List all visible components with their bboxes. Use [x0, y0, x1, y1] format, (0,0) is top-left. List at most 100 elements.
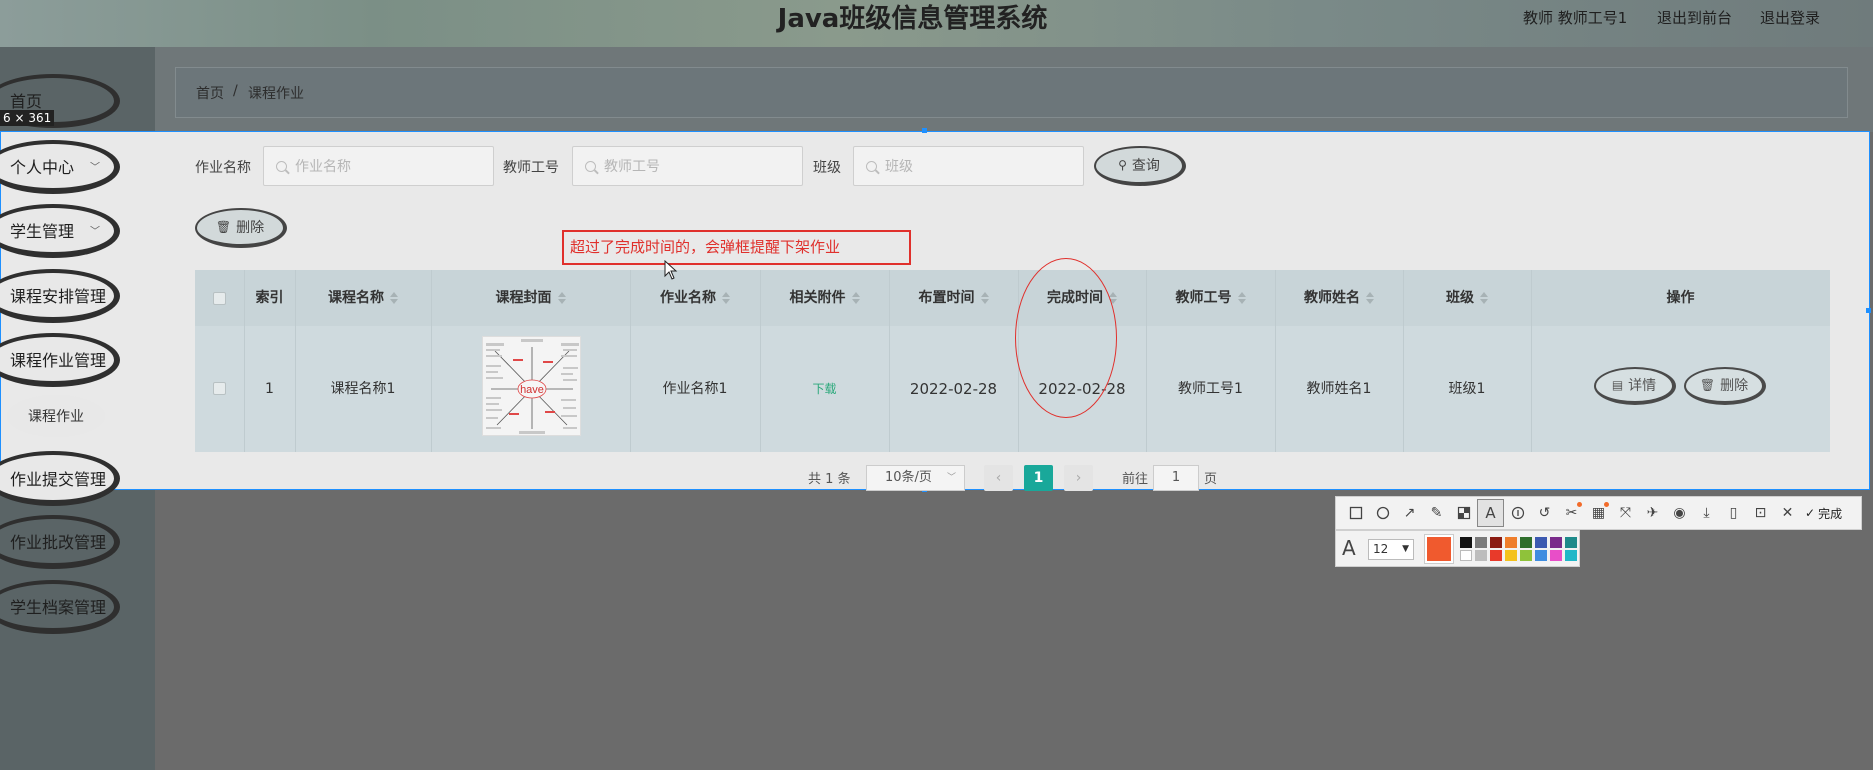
- phone-icon[interactable]: ▯: [1720, 499, 1747, 527]
- teacher-no-input[interactable]: 教师工号: [572, 146, 803, 186]
- color-swatch[interactable]: [1535, 537, 1547, 548]
- prev-page-button[interactable]: ‹: [984, 465, 1013, 491]
- sidebar-item-label: 课程作业: [28, 409, 84, 425]
- color-swatch[interactable]: [1490, 537, 1502, 548]
- cell-teacher-no: 教师工号1: [1178, 381, 1243, 397]
- done-button[interactable]: ✓ 完成: [1801, 499, 1846, 527]
- button-label: 删除: [1720, 378, 1749, 394]
- sidebar-item-label: 首页: [10, 92, 43, 111]
- chevron-left-icon: ‹: [995, 470, 1002, 486]
- input-placeholder: 班级: [885, 159, 913, 175]
- annotation-text-box[interactable]: 超过了完成时间的，会弹框提醒下架作业: [562, 230, 911, 265]
- breadcrumb-home[interactable]: 首页: [196, 83, 224, 103]
- selection-handle-top[interactable]: [922, 128, 927, 133]
- screen: { "header": { "title": "Java班级信息管理系统", "…: [0, 0, 1873, 770]
- font-icon: A: [1342, 536, 1356, 560]
- input-placeholder: 作业名称: [295, 159, 351, 175]
- color-swatch[interactable]: [1565, 550, 1577, 561]
- header-attachment[interactable]: 相关附件: [760, 270, 889, 326]
- annotation-ellipse[interactable]: [1015, 258, 1117, 418]
- download-link[interactable]: 下载: [812, 382, 836, 396]
- text-icon[interactable]: A: [1477, 499, 1504, 527]
- sort-icon[interactable]: [390, 292, 398, 304]
- mouse-cursor-icon: [664, 260, 678, 280]
- logout-link[interactable]: 退出登录: [1760, 0, 1820, 36]
- sort-icon[interactable]: [1237, 292, 1246, 304]
- color-swatch[interactable]: [1505, 550, 1517, 561]
- color-swatch[interactable]: [1460, 550, 1472, 561]
- page-number-current[interactable]: 1: [1024, 465, 1053, 491]
- sort-icon[interactable]: [980, 292, 989, 304]
- sort-icon[interactable]: [557, 292, 566, 304]
- sort-icon[interactable]: [851, 292, 860, 304]
- goto-page-input[interactable]: 1: [1153, 465, 1199, 491]
- rectangle-icon[interactable]: [1342, 499, 1369, 527]
- header-teacher-name[interactable]: 教师姓名: [1275, 270, 1403, 326]
- batch-delete-button[interactable]: 🗑 删除: [195, 208, 287, 248]
- header-actions: 操作: [1666, 290, 1695, 306]
- select-all-checkbox[interactable]: [213, 292, 226, 305]
- color-swatch[interactable]: [1475, 550, 1487, 561]
- detail-button[interactable]: ▤ 详情: [1594, 367, 1676, 405]
- color-swatch[interactable]: [1490, 550, 1502, 561]
- pin-icon[interactable]: ✈: [1639, 499, 1666, 527]
- query-button[interactable]: ⚲ 查询: [1094, 146, 1186, 186]
- back-to-front-link[interactable]: 退出到前台: [1657, 0, 1732, 36]
- sort-icon[interactable]: [1366, 292, 1374, 304]
- goto-label: 前往: [1122, 472, 1149, 487]
- next-page-button[interactable]: ›: [1064, 465, 1093, 491]
- color-swatch[interactable]: [1505, 537, 1517, 548]
- bookmark-icon[interactable]: ⊡: [1747, 499, 1774, 527]
- sidebar-item-label: 课程作业管理: [10, 351, 107, 370]
- search-icon: [866, 160, 877, 172]
- header-course-cover[interactable]: 课程封面: [431, 270, 630, 326]
- sort-icon[interactable]: [1480, 292, 1488, 304]
- header-course-name[interactable]: 课程名称: [295, 270, 431, 326]
- header-homework-name[interactable]: 作业名称: [630, 270, 760, 326]
- color-swatch[interactable]: [1460, 537, 1472, 548]
- ocr-icon[interactable]: ▦: [1585, 499, 1612, 527]
- current-color-swatch[interactable]: [1424, 534, 1454, 564]
- color-swatch[interactable]: [1565, 537, 1577, 548]
- sidebar-subitem-course-homework[interactable]: 课程作业: [7, 395, 105, 437]
- color-swatch[interactable]: [1520, 537, 1532, 548]
- color-swatch[interactable]: [1475, 537, 1487, 548]
- search-icon: [585, 160, 596, 172]
- cut-icon[interactable]: ✂: [1558, 499, 1585, 527]
- header-teacher-no[interactable]: 教师工号: [1146, 270, 1275, 326]
- pagination-total: 共 1 条: [808, 472, 851, 487]
- record-icon[interactable]: ◉: [1666, 499, 1693, 527]
- color-swatch[interactable]: [1550, 550, 1562, 561]
- number-icon[interactable]: [1504, 499, 1531, 527]
- row-delete-button[interactable]: 🗑 删除: [1684, 367, 1766, 405]
- selection-handle-right[interactable]: [1866, 308, 1871, 313]
- button-label: 详情: [1628, 378, 1657, 394]
- font-size-select[interactable]: 12 ▼: [1368, 539, 1414, 560]
- pen-icon[interactable]: ✎: [1423, 499, 1450, 527]
- arrow-icon[interactable]: ↗: [1396, 499, 1423, 527]
- homework-name-input[interactable]: 作业名称: [263, 146, 494, 186]
- close-icon[interactable]: ✕: [1774, 499, 1801, 527]
- undo-icon[interactable]: ↺: [1531, 499, 1558, 527]
- sort-icon[interactable]: [722, 292, 730, 304]
- page-size-select[interactable]: 10条/页 ﹀: [866, 465, 965, 491]
- sidebar-item-label: 作业批改管理: [10, 533, 107, 552]
- top-header: Java班级信息管理系统 教师 教师工号1 退出到前台 退出登录: [0, 0, 1873, 47]
- cell-homework-name: 作业名称1: [662, 381, 728, 397]
- course-cover-image: have: [482, 336, 581, 436]
- page-size-value: 10条/页: [885, 470, 932, 485]
- save-icon[interactable]: ⤓: [1693, 499, 1720, 527]
- row-checkbox[interactable]: [213, 382, 226, 395]
- expand-icon[interactable]: ⤧: [1612, 499, 1639, 527]
- ellipse-icon[interactable]: [1369, 499, 1396, 527]
- color-swatch[interactable]: [1535, 550, 1547, 561]
- mosaic-icon[interactable]: [1450, 499, 1477, 527]
- homework-name-label: 作业名称: [195, 160, 251, 176]
- chevron-down-icon: ﹀: [946, 473, 956, 483]
- header-assign-time[interactable]: 布置时间: [889, 270, 1018, 326]
- header-class[interactable]: 班级: [1403, 270, 1531, 326]
- text-style-bar: A 12 ▼: [1335, 530, 1580, 567]
- color-swatch[interactable]: [1520, 550, 1532, 561]
- class-input[interactable]: 班级: [853, 146, 1084, 186]
- color-swatch[interactable]: [1550, 537, 1562, 548]
